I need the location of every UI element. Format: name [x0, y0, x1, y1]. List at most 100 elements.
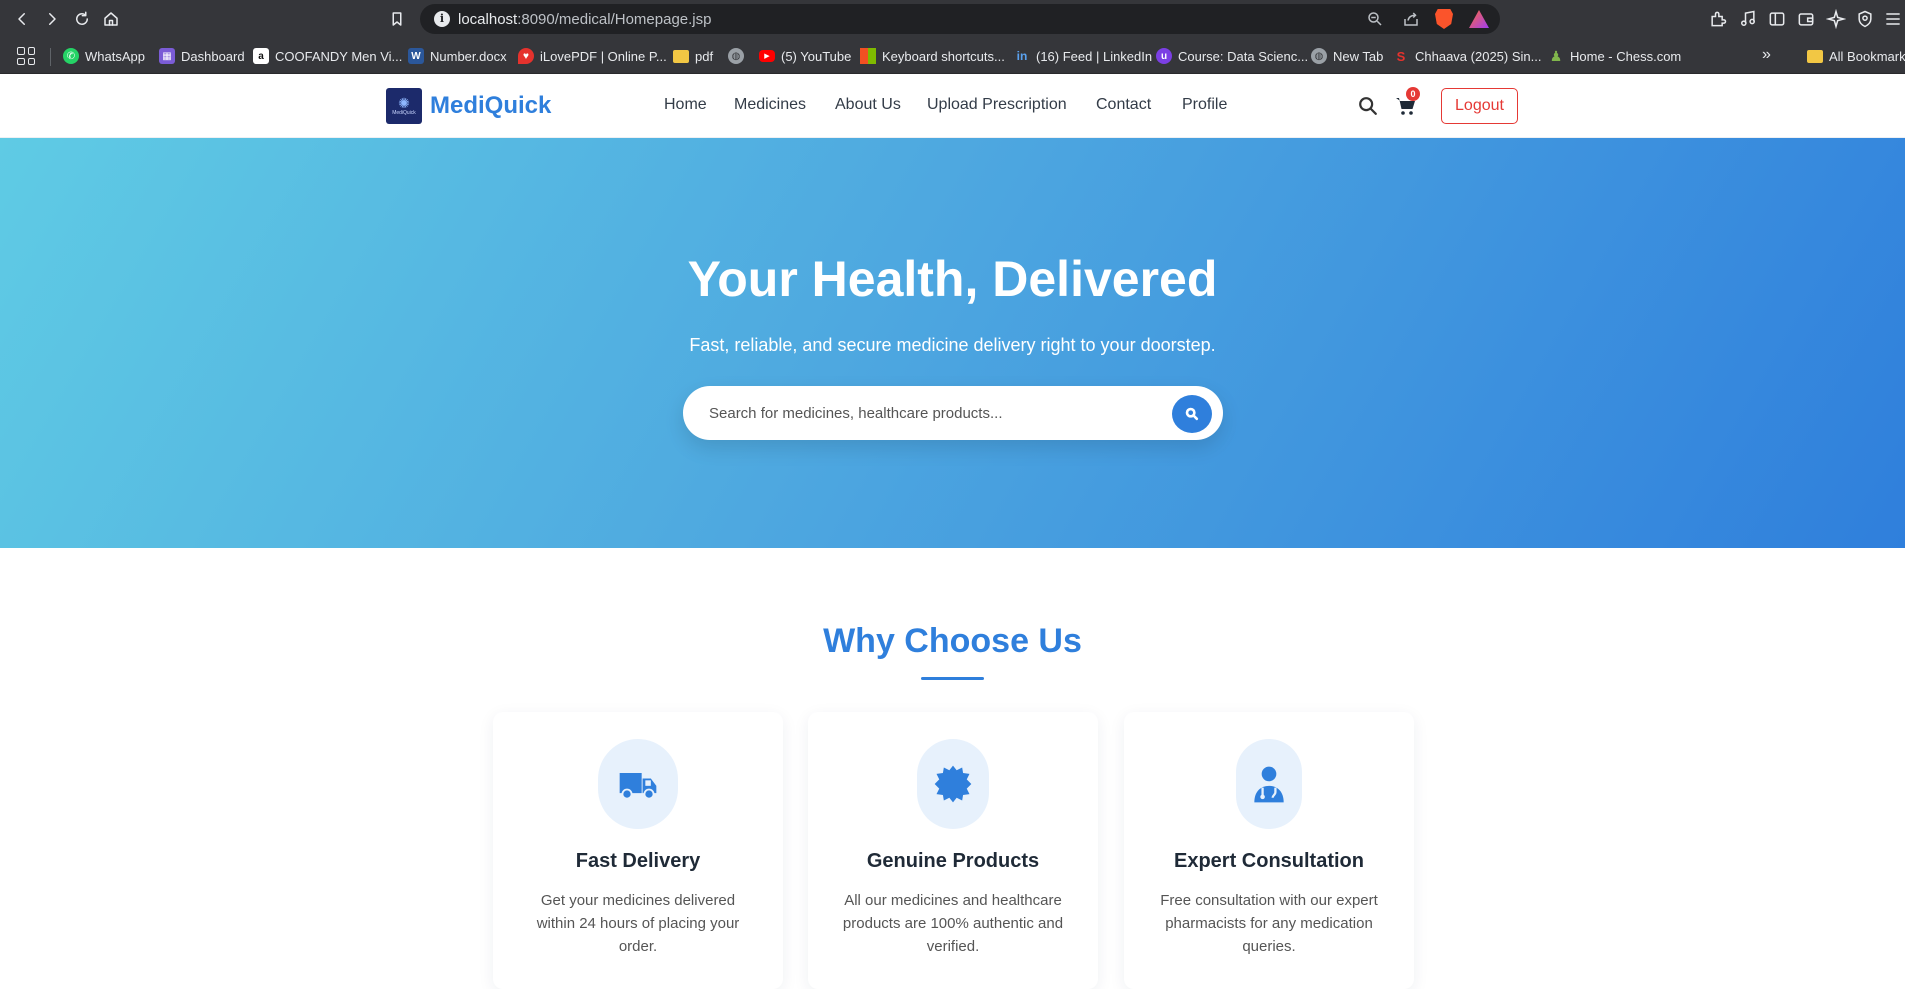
browser-toolbar: i localhost:8090/medical/Homepage.jsp: [0, 0, 1905, 38]
url-path: :8090/medical/Homepage.jsp: [517, 11, 712, 28]
amazon-icon: a: [253, 48, 269, 64]
bookmark-course[interactable]: u Course: Data Scienc...: [1156, 46, 1308, 66]
bookmark-number-docx[interactable]: W Number.docx: [408, 46, 507, 66]
why-choose-us-title: Why Choose Us: [823, 622, 1082, 660]
whatsapp-icon: ✆: [63, 48, 79, 64]
media-icon[interactable]: [1738, 9, 1758, 29]
nav-home[interactable]: Home: [664, 96, 707, 114]
bookmark-youtube[interactable]: ▶ (5) YouTube: [759, 46, 851, 66]
hero-subtitle: Fast, reliable, and secure medicine deli…: [689, 335, 1216, 355]
menu-icon[interactable]: [1883, 9, 1903, 29]
more-bookmarks-chevron-icon[interactable]: »: [1762, 46, 1771, 64]
hero-title: Your Health, Delivered: [687, 251, 1218, 307]
bookmark-label: iLovePDF | Online P...: [540, 48, 667, 64]
truck-icon: [598, 739, 678, 829]
movie-icon: S: [1393, 48, 1409, 64]
forward-icon[interactable]: [40, 7, 64, 31]
nav-profile[interactable]: Profile: [1182, 96, 1227, 114]
logout-button[interactable]: Logout: [1441, 88, 1518, 124]
address-url: localhost:8090/medical/Homepage.jsp: [458, 11, 712, 28]
card-title: Fast Delivery: [575, 850, 701, 872]
nav-upload-prescription[interactable]: Upload Prescription: [927, 96, 1067, 114]
home-icon[interactable]: [99, 7, 123, 31]
logo-icon[interactable]: ✺ MediQuick: [386, 88, 422, 124]
share-icon[interactable]: [1402, 10, 1420, 28]
wallet-icon[interactable]: [1796, 9, 1816, 29]
bookmark-pdf-folder[interactable]: pdf: [673, 46, 713, 66]
hero-search-bar: [683, 386, 1223, 440]
all-bookmarks-label: All Bookmarks: [1829, 48, 1905, 64]
vpn-icon[interactable]: [1855, 9, 1875, 29]
bookmark-label: Course: Data Scienc...: [1178, 48, 1309, 64]
card-title: Expert Consultation: [1173, 850, 1364, 872]
bookmark-chess[interactable]: ♟ Home - Chess.com: [1548, 46, 1681, 66]
sidebar-icon[interactable]: [1767, 9, 1787, 29]
bookmark-new-tab[interactable]: ◍ New Tab: [1311, 46, 1383, 66]
bookmark-label: Chhaava (2025) Sin...: [1415, 48, 1542, 64]
bookmark-dashboard[interactable]: ▦ Dashboard: [159, 46, 245, 66]
linkedin-icon: in: [1014, 48, 1030, 64]
bookmark-label: Home - Chess.com: [1570, 48, 1682, 64]
hero-search-button[interactable]: [1172, 395, 1212, 433]
extensions-icon[interactable]: [1708, 9, 1728, 29]
bookmark-linkedin[interactable]: in (16) Feed | LinkedIn: [1014, 46, 1152, 66]
cart-count-badge: 0: [1406, 87, 1420, 101]
bookmarks-bar: ✆ WhatsApp ▦ Dashboard a COOFANDY Men Vi…: [0, 38, 1905, 74]
feature-card-fast-delivery: Fast Delivery Get your medicines deliver…: [493, 712, 783, 989]
bookmark-chhaava[interactable]: S Chhaava (2025) Sin...: [1393, 46, 1541, 66]
search-icon: [1185, 407, 1199, 421]
card-text: Free consultation with our expert pharma…: [1160, 892, 1378, 955]
course-icon: u: [1156, 48, 1172, 64]
ilovepdf-icon: ♥: [518, 48, 534, 64]
feature-card-expert-consultation: Expert Consultation Free consultation wi…: [1124, 712, 1414, 989]
bookmark-label: (5) YouTube: [781, 48, 852, 64]
bookmark-label: pdf: [695, 48, 714, 64]
certificate-badge-icon: [917, 739, 989, 829]
feature-card-genuine-products: Genuine Products All our medicines and h…: [808, 712, 1098, 989]
doctor-icon: [1236, 739, 1302, 829]
word-icon: W: [408, 48, 424, 64]
brand-name[interactable]: MediQuick: [430, 92, 551, 120]
bookmark-page-icon[interactable]: [385, 7, 409, 31]
reload-icon[interactable]: [70, 7, 94, 31]
address-bar[interactable]: i localhost:8090/medical/Homepage.jsp: [420, 4, 1500, 34]
hero-banner: Your Health, Delivered Fast, reliable, a…: [0, 138, 1905, 548]
bookmark-globe[interactable]: ◍: [728, 46, 744, 66]
bookmark-label: (16) Feed | LinkedIn: [1036, 48, 1153, 64]
bookmark-label: COOFANDY Men Vi...: [275, 48, 403, 64]
card-text: Get your medicines delivered within 24 h…: [536, 892, 740, 955]
globe-icon: ◍: [728, 48, 744, 64]
all-bookmarks[interactable]: All Bookmarks: [1807, 46, 1905, 66]
card-text: All our medicines and healthcare product…: [842, 892, 1064, 955]
bookmark-label: WhatsApp: [85, 48, 145, 64]
apps-grid-icon[interactable]: [17, 47, 35, 65]
logo-text: MediQuick: [392, 109, 416, 116]
logo-star-icon: ✺: [398, 94, 410, 111]
nav-about-us[interactable]: About Us: [835, 96, 901, 114]
bookmarks-separator: [50, 48, 51, 66]
bookmark-ilovepdf[interactable]: ♥ iLovePDF | Online P...: [518, 46, 667, 66]
zoom-icon[interactable]: [1366, 10, 1384, 28]
leo-ai-icon[interactable]: [1825, 8, 1847, 30]
chess-icon: ♟: [1548, 47, 1564, 64]
bookmark-label: Keyboard shortcuts...: [882, 48, 1005, 64]
search-icon[interactable]: [1357, 95, 1379, 117]
microsoft-icon: [860, 48, 876, 64]
dashboard-icon: ▦: [159, 48, 175, 64]
globe-icon: ◍: [1311, 48, 1327, 64]
nav-contact[interactable]: Contact: [1096, 96, 1151, 114]
bookmark-coofandy[interactable]: a COOFANDY Men Vi...: [253, 46, 402, 66]
folder-icon: [1807, 49, 1823, 63]
url-host: localhost: [458, 11, 518, 28]
site-info-icon[interactable]: i: [434, 11, 450, 27]
site-header: ✺ MediQuick MediQuick Home Medicines Abo…: [0, 74, 1905, 138]
folder-icon: [673, 49, 689, 63]
nav-medicines[interactable]: Medicines: [734, 96, 806, 114]
bookmark-keyboard-shortcuts[interactable]: Keyboard shortcuts...: [860, 46, 1005, 66]
medicine-search-input[interactable]: [709, 400, 1149, 426]
bookmark-label: Number.docx: [430, 48, 507, 64]
bookmark-whatsapp[interactable]: ✆ WhatsApp: [63, 46, 145, 66]
youtube-icon: ▶: [759, 50, 775, 62]
back-icon[interactable]: [10, 7, 34, 31]
bookmark-label: New Tab: [1333, 48, 1384, 64]
